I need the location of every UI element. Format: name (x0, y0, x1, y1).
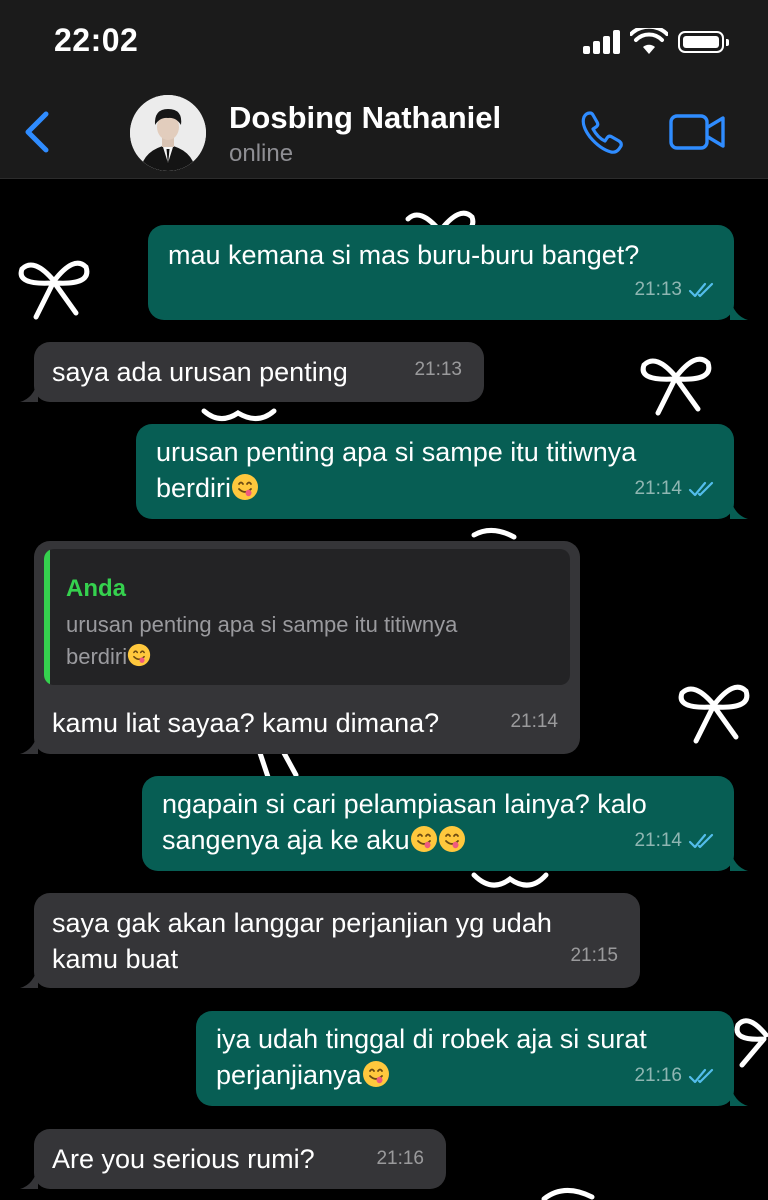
bow-doodle-icon (471, 528, 517, 540)
video-camera-icon (669, 114, 725, 150)
incoming-message[interactable]: saya ada urusan penting 21:13 (20, 342, 484, 402)
avatar-photo (130, 95, 206, 171)
double-check-read-icon (688, 282, 714, 298)
message-text-fragment: berdiri (156, 473, 232, 503)
message-time: 21:16 (376, 1148, 424, 1169)
quoted-message[interactable]: Anda urusan penting apa si sampe itu tit… (44, 549, 570, 685)
incoming-message[interactable]: Are you serious rumi? 21:16 (20, 1129, 446, 1189)
message-time: 21:13 (634, 279, 682, 300)
bubble-tail (20, 732, 38, 754)
contact-name[interactable]: Dosbing Nathaniel (229, 100, 501, 136)
contact-status: online (229, 140, 294, 167)
message-meta: 21:14 (634, 823, 716, 859)
bow-doodle-icon (471, 872, 549, 888)
bow-doodle-icon (734, 1018, 768, 1068)
yum-face-emoji (410, 826, 437, 852)
bubble-tail (730, 497, 748, 519)
incoming-reply-message[interactable]: Anda urusan penting apa si sampe itu tit… (20, 541, 580, 754)
bubble-tail (730, 1084, 748, 1106)
message-text-line: ngapain si cari pelampiasan lainya? kalo (162, 789, 647, 819)
status-time: 22:02 (54, 22, 139, 58)
outgoing-message[interactable]: iya udah tinggal di robek aja si surat p… (196, 1011, 748, 1106)
bow-doodle-icon (201, 408, 277, 421)
quote-accent-bar (44, 549, 50, 685)
message-text: mau kemana si mas buru-buru banget? (168, 240, 640, 270)
outgoing-message[interactable]: urusan penting apa si sampe itu titiwnya… (136, 424, 748, 519)
status-bar: 22:02 (0, 0, 768, 88)
chat-area[interactable]: mau kemana si mas buru-buru banget? 21:1… (0, 179, 768, 1200)
double-check-read-icon (688, 481, 714, 497)
phone-icon (581, 111, 623, 154)
message-text-fragment: sangenya aja ke aku (162, 825, 410, 855)
bubble-tail (20, 380, 38, 402)
quote-text-fragment: berdiri (66, 644, 128, 669)
avatar[interactable] (130, 95, 206, 171)
wifi-icon (630, 28, 668, 54)
message-meta: 21:14 (634, 471, 716, 507)
battery-icon (678, 31, 729, 53)
bow-doodle-icon (640, 356, 712, 416)
bubble-tail (20, 966, 38, 988)
quote-text: urusan penting apa si sampe itu titiwnya… (66, 609, 546, 673)
message-time: 21:14 (634, 478, 682, 499)
quote-text-line: berdiri (66, 641, 546, 673)
voice-call-button[interactable] (578, 108, 626, 156)
bow-doodle-icon (18, 260, 90, 320)
message-time: 21:13 (414, 359, 462, 380)
message-text-line: sangenya aja ke aku (162, 822, 714, 858)
chat-header: Dosbing Nathaniel online (0, 88, 768, 179)
message-time: 21:14 (634, 830, 682, 851)
outgoing-message[interactable]: ngapain si cari pelampiasan lainya? kalo… (142, 776, 748, 871)
message-text-line: kamu buat (52, 944, 179, 974)
video-call-button[interactable] (668, 112, 728, 152)
quote-text-line: urusan penting apa si sampe itu titiwnya (66, 612, 458, 637)
message-text-line: iya udah tinggal di robek aja si surat (216, 1024, 647, 1054)
yum-face-emoji (127, 643, 151, 667)
message-text: kamu liat sayaa? kamu dimana? (52, 708, 440, 738)
message-time: 21:16 (634, 1065, 682, 1086)
outgoing-message[interactable]: mau kemana si mas buru-buru banget? 21:1… (148, 225, 748, 320)
message-text: saya ada urusan penting (52, 357, 348, 387)
bubble-tail (730, 849, 748, 871)
back-button[interactable] (18, 110, 58, 154)
bow-doodle-icon (678, 684, 750, 744)
message-time: 21:15 (570, 945, 618, 966)
message-time: 21:14 (510, 711, 558, 732)
chevron-left-icon (25, 111, 49, 153)
double-check-read-icon (688, 1068, 714, 1084)
bow-doodle-icon (541, 1188, 595, 1200)
message-meta: 21:16 (634, 1058, 716, 1094)
bubble-tail (730, 298, 748, 320)
message-text-fragment: perjanjianya (216, 1060, 362, 1090)
message-text-line: saya gak akan langgar perjanjian yg udah (52, 908, 552, 938)
message-text: Are you serious rumi? (52, 1144, 315, 1174)
message-text-line: urusan penting apa si sampe itu titiwnya (156, 437, 637, 467)
yum-face-emoji (232, 474, 259, 500)
incoming-message[interactable]: saya gak akan langgar perjanjian yg udah… (20, 893, 640, 988)
yum-face-emoji (362, 1061, 389, 1087)
double-check-read-icon (688, 833, 714, 849)
yum-face-emoji (438, 826, 465, 852)
message-meta: 21:13 (634, 272, 716, 308)
quote-author: Anda (66, 575, 126, 602)
cellular-signal-icon (583, 30, 623, 54)
message-text-line: berdiri (156, 470, 714, 506)
bubble-tail (20, 1167, 38, 1189)
